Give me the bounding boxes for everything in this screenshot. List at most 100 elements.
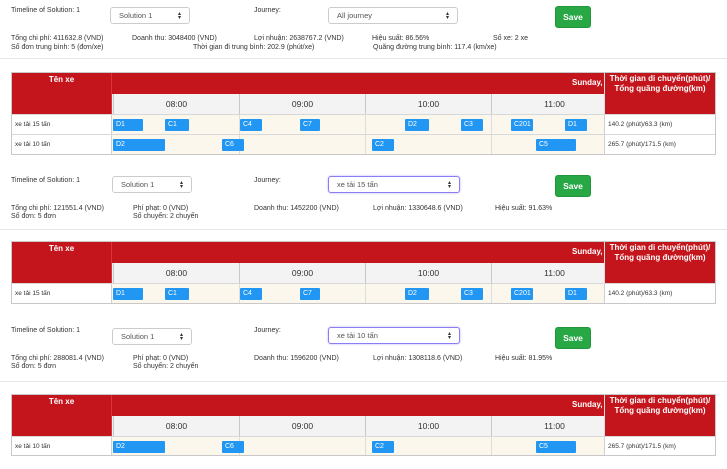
journey-select-value: All journey bbox=[337, 11, 373, 20]
stat-profit: Lợi nhuận: 1330648.6 (VND) bbox=[373, 205, 463, 212]
vehicle-row: xe tải 10 tấn D2 C6 C2 C5 265.7 (phút)/171.5 … bbox=[12, 436, 715, 455]
select-arrows-icon: ▴ ▾ bbox=[179, 331, 183, 342]
task-block[interactable]: C3 bbox=[461, 119, 483, 131]
vehicle-track: D2 C6 C2 C5 bbox=[112, 135, 606, 154]
stat-revenue: Doanh thu: 1596200 (VND) bbox=[254, 355, 339, 362]
task-block[interactable]: D2 bbox=[405, 288, 429, 300]
task-block[interactable]: D2 bbox=[113, 139, 165, 151]
hour-label: 08:00 bbox=[113, 94, 239, 114]
select-arrows-icon: ▴ ▾ bbox=[447, 330, 451, 341]
select-arrows-icon: ▴ ▾ bbox=[445, 10, 449, 21]
task-block[interactable]: C7 bbox=[300, 288, 320, 300]
divider bbox=[0, 381, 727, 382]
divider bbox=[0, 58, 727, 59]
task-block[interactable]: D2 bbox=[405, 119, 429, 131]
solution-select-value: Solution 1 bbox=[119, 11, 153, 20]
hour-label: 08:00 bbox=[113, 416, 239, 436]
column-header-vehicle: Tên xe bbox=[12, 73, 112, 114]
task-block[interactable]: C7 bbox=[300, 119, 320, 131]
task-block[interactable]: C1 bbox=[165, 288, 189, 300]
task-block[interactable]: C6 bbox=[222, 441, 244, 453]
hour-label: 11:00 bbox=[491, 416, 617, 436]
timeline-chart: Tên xe Sunday, Ju Thời gian di chuyển(ph… bbox=[11, 394, 716, 456]
stat-efficiency: Hiệu suất: 91.63% bbox=[495, 205, 553, 212]
solution-select-value: Solution 1 bbox=[121, 180, 155, 189]
task-block[interactable]: C4 bbox=[240, 119, 262, 131]
journey-label: Journey: bbox=[254, 177, 281, 184]
timeline-label: Timeline of Solution: 1 bbox=[11, 327, 80, 334]
stat-penalty: Phí phạt: 0 (VND) bbox=[133, 355, 189, 362]
hour-row: 08:00 09:00 10:00 11:00 bbox=[112, 94, 604, 114]
save-button[interactable]: Save bbox=[555, 327, 591, 349]
task-block[interactable]: D2 bbox=[113, 441, 165, 453]
stat-trips: Số chuyến: 2 chuyến bbox=[133, 363, 199, 370]
timeline-header-bar bbox=[112, 73, 604, 94]
stat-total-cost: Tổng chi phí: 121551.4 (VND) bbox=[11, 205, 104, 212]
hour-label: 10:00 bbox=[365, 416, 491, 436]
timeline-chart: Tên xe Sunday, Ju Thời gian di chuyển(ph… bbox=[11, 72, 716, 155]
stat-avg-orders: Số đơn trung bình: 5 (đơn/xe) bbox=[11, 44, 104, 51]
solution-select-value: Solution 1 bbox=[121, 332, 155, 341]
hour-label: 11:00 bbox=[491, 94, 617, 114]
column-header-vehicle: Tên xe bbox=[12, 395, 112, 436]
hour-label: 10:00 bbox=[365, 94, 491, 114]
timeline-header-bar bbox=[112, 242, 604, 263]
journey-select[interactable]: All journey ▴ ▾ bbox=[328, 7, 458, 24]
task-block[interactable]: C2 bbox=[372, 139, 394, 151]
hour-row: 08:00 09:00 10:00 11:00 bbox=[112, 263, 604, 283]
solution-select[interactable]: Solution 1 ▴ ▾ bbox=[112, 176, 192, 193]
stat-efficiency: Hiệu suất: 86.56% bbox=[372, 35, 430, 42]
task-block[interactable]: D1 bbox=[113, 119, 143, 131]
task-block[interactable]: C6 bbox=[222, 139, 244, 151]
save-button[interactable]: Save bbox=[555, 175, 591, 197]
column-header-total: Thời gian di chuyển(phút)/ Tổng quãng đư… bbox=[604, 395, 715, 436]
hour-gridline bbox=[365, 115, 366, 134]
timeline-label: Timeline of Solution: 1 bbox=[11, 177, 80, 184]
task-block[interactable]: C3 bbox=[461, 288, 483, 300]
solution-select[interactable]: Solution 1 ▴ ▾ bbox=[110, 7, 190, 24]
vehicle-row: xe tải 15 tấn D1 C1 C4 C7 D2 C3 C201 D1 140.2 (ph… bbox=[12, 114, 715, 134]
stat-vehicle-count: Số xe: 2 xe bbox=[493, 35, 529, 42]
stat-revenue: Doanh thu: 1452200 (VND) bbox=[254, 205, 339, 212]
vehicle-name: xe tải 10 tấn bbox=[12, 135, 112, 154]
task-block[interactable]: C201 bbox=[511, 288, 533, 300]
hour-label: 09:00 bbox=[239, 416, 365, 436]
task-block[interactable]: C1 bbox=[165, 119, 189, 131]
journey-select-value: xe tải 10 tấn bbox=[337, 331, 378, 340]
stat-avg-distance: Quãng đường trung bình: 117.4 (km/xe) bbox=[373, 44, 497, 51]
journey-label: Journey: bbox=[254, 327, 281, 334]
stat-profit: Lợi nhuận: 1308118.6 (VND) bbox=[373, 355, 463, 362]
stat-total-cost: Tổng chi phí: 411632.8 (VND) bbox=[11, 35, 104, 42]
task-block[interactable]: D1 bbox=[565, 119, 587, 131]
task-block[interactable]: C201 bbox=[511, 119, 533, 131]
task-block[interactable]: C2 bbox=[372, 441, 394, 453]
journey-select-value: xe tải 15 tấn bbox=[337, 180, 378, 189]
task-block[interactable]: D1 bbox=[565, 288, 587, 300]
journey-select[interactable]: xe tải 10 tấn ▴ ▾ bbox=[328, 327, 460, 344]
hour-row: 08:00 09:00 10:00 11:00 bbox=[112, 416, 604, 436]
vehicle-name: xe tải 15 tấn bbox=[12, 284, 112, 303]
vehicle-total: 265.7 (phút)/171.5 (km) bbox=[604, 437, 715, 455]
hour-gridline bbox=[365, 284, 366, 303]
stat-orders: Số đơn: 5 đơn bbox=[11, 213, 56, 220]
column-header-total: Thời gian di chuyển(phút)/ Tổng quãng đư… bbox=[604, 73, 715, 114]
solution-select[interactable]: Solution 1 ▴ ▾ bbox=[112, 328, 192, 345]
timeline-label: Timeline of Solution: 1 bbox=[11, 7, 80, 14]
select-arrows-icon: ▴ ▾ bbox=[177, 10, 181, 21]
journey-select[interactable]: xe tải 15 tấn ▴ ▾ bbox=[328, 176, 460, 193]
stat-total-cost: Tổng chi phí: 288081.4 (VND) bbox=[11, 355, 104, 362]
task-block[interactable]: D1 bbox=[113, 288, 143, 300]
task-block[interactable]: C5 bbox=[536, 139, 576, 151]
vehicle-track: D2 C6 C2 C5 bbox=[112, 437, 606, 455]
stat-trips: Số chuyến: 2 chuyến bbox=[133, 213, 199, 220]
column-header-vehicle: Tên xe bbox=[12, 242, 112, 283]
vehicle-name: xe tải 10 tấn bbox=[12, 437, 112, 455]
vehicle-total: 265.7 (phút)/171.5 (km) bbox=[604, 135, 715, 154]
hour-label: 09:00 bbox=[239, 263, 365, 283]
journey-label: Journey: bbox=[254, 7, 281, 14]
task-block[interactable]: C5 bbox=[536, 441, 576, 453]
stat-avg-time: Thời gian đi trung bình: 202.9 (phút/xe) bbox=[193, 44, 315, 51]
task-block[interactable]: C4 bbox=[240, 288, 262, 300]
save-button[interactable]: Save bbox=[555, 6, 591, 28]
stat-efficiency: Hiệu suất: 81.95% bbox=[495, 355, 553, 362]
